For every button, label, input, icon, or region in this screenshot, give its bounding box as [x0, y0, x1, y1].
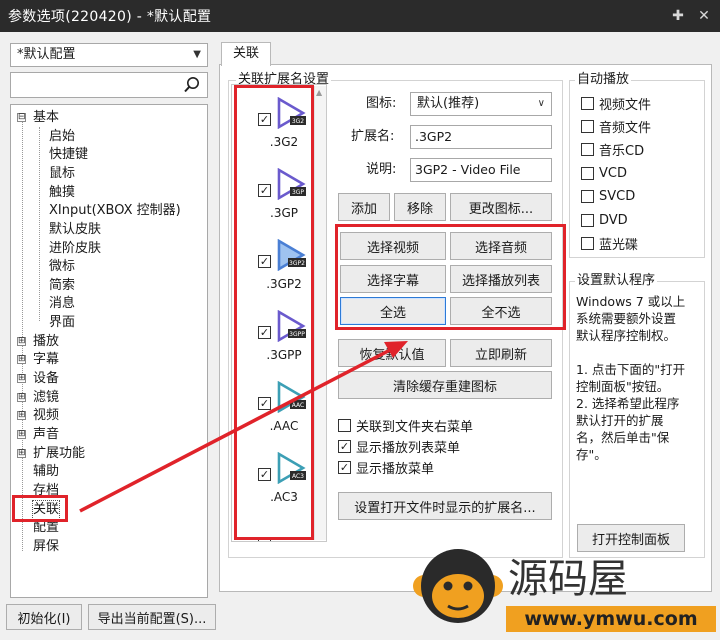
watermark-url: www.ymwu.com [524, 608, 697, 630]
watermark: 源码屋 www.ymwu.com [410, 536, 720, 636]
monkey-logo-icon: 源码屋 www.ymwu.com [413, 549, 716, 632]
tab-association[interactable]: 关联 [221, 42, 271, 66]
watermark-brand: 源码屋 [508, 556, 628, 602]
